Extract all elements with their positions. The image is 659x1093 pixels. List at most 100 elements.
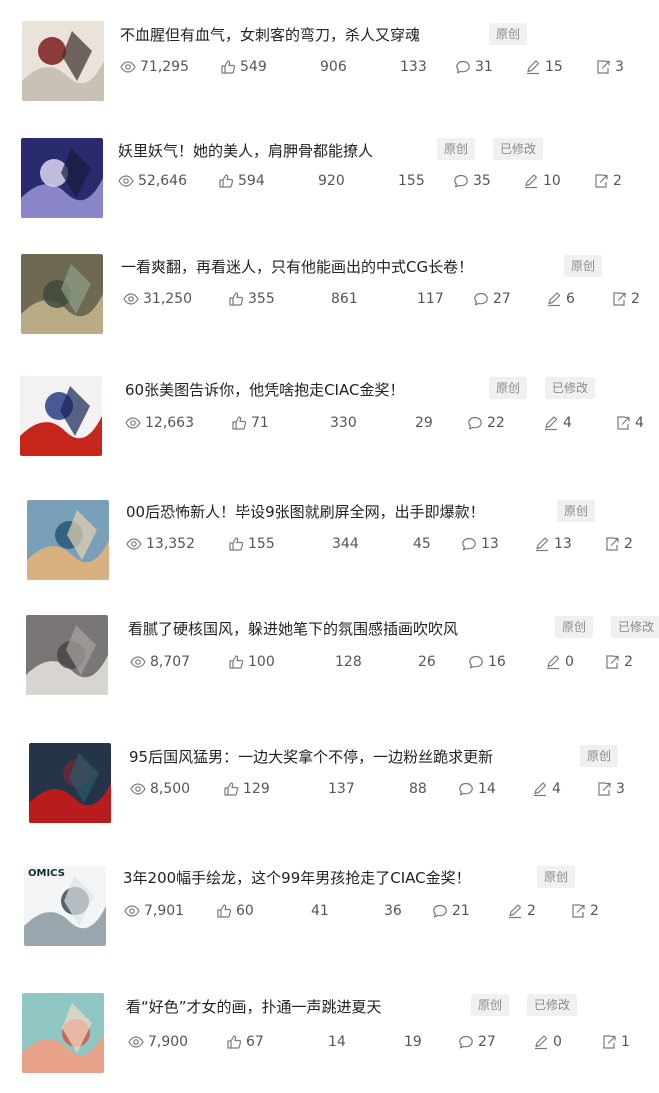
stat-col3: 906 — [320, 57, 347, 77]
article-row[interactable]: 一看爽翻，再看迷人，只有他能画出的中式CG长卷！ 原创 31,250 355 861 11… — [0, 248, 659, 348]
stat-edits[interactable]: 4 — [543, 413, 572, 433]
stat-edits[interactable]: 2 — [507, 901, 536, 921]
article-title[interactable]: 3年200幅手绘龙，这个99年男孩抢走了CIAC金奖！ — [123, 868, 471, 888]
stat-comments[interactable]: 27 — [473, 289, 511, 309]
like-count: 549 — [240, 59, 267, 75]
stat-col4: 155 — [398, 171, 425, 191]
share-icon — [604, 536, 624, 552]
stat-likes[interactable]: 71 — [231, 413, 269, 433]
article-thumbnail[interactable] — [26, 615, 108, 695]
article-thumbnail[interactable] — [21, 138, 103, 218]
article-thumbnail[interactable] — [20, 376, 102, 456]
like-count: 594 — [238, 173, 265, 189]
stat-shares[interactable]: 2 — [604, 652, 633, 672]
stat-col4: 26 — [418, 652, 436, 672]
stat-comments[interactable]: 21 — [432, 901, 470, 921]
article-title[interactable]: 妖里妖气！她的美人，肩胛骨都能撩人 — [118, 141, 373, 161]
stat-edits[interactable]: 6 — [546, 289, 575, 309]
article-row[interactable]: 不血腥但有血气，女刺客的弯刀，杀人又穿魂 原创 71,295 549 906 133 31 1… — [0, 12, 659, 112]
stat-likes[interactable]: 155 — [228, 534, 275, 554]
like-icon — [231, 415, 251, 431]
edit-count: 0 — [553, 1034, 562, 1050]
article-row[interactable]: 看“好色”才女的画，扑通一声跳进夏天 原创 已修改 7,900 67 14 19 27 0 1 — [0, 984, 659, 1084]
thumbnail-caption: OMICS — [28, 868, 65, 879]
edit-count: 10 — [543, 173, 561, 189]
article-thumbnail[interactable] — [22, 21, 104, 101]
comment-icon — [467, 415, 487, 431]
stat-likes[interactable]: 594 — [218, 171, 265, 191]
stat-comments[interactable]: 27 — [458, 1032, 496, 1052]
original-badge: 原创 — [489, 377, 528, 399]
stat-shares[interactable]: 2 — [611, 289, 640, 309]
article-stats: 13,352 155 344 45 13 13 2 — [126, 534, 646, 554]
article-title[interactable]: 不血腥但有血气，女刺客的弯刀，杀人又穿魂 — [120, 25, 420, 45]
article-title[interactable]: 95后国风猛男：一边大奖拿个不停，一边粉丝跪求更新 — [129, 747, 493, 767]
modified-badge: 已修改 — [493, 138, 544, 160]
stat-shares[interactable]: 2 — [593, 171, 622, 191]
article-title[interactable]: 00后恐怖新人！毕设9张图就刷屏全网，出手即爆款！ — [126, 502, 485, 522]
stat-col4: 117 — [417, 289, 444, 309]
stat-comments[interactable]: 16 — [468, 652, 506, 672]
views-icon — [130, 781, 150, 797]
follow-count: 36 — [384, 903, 402, 919]
stat-col3: 137 — [328, 779, 355, 799]
comment-icon — [458, 781, 478, 797]
follow-count: 133 — [400, 59, 427, 75]
article-thumbnail[interactable] — [27, 500, 109, 580]
stat-edits[interactable]: 13 — [534, 534, 572, 554]
article-thumbnail[interactable]: OMICS — [24, 866, 106, 946]
stat-likes[interactable]: 129 — [223, 779, 270, 799]
stat-likes[interactable]: 100 — [228, 652, 275, 672]
stat-likes[interactable]: 67 — [226, 1032, 264, 1052]
article-row[interactable]: 妖里妖气！她的美人，肩胛骨都能撩人 原创 已修改 52,646 594 920 155 35 1… — [0, 130, 659, 230]
follow-count: 88 — [409, 781, 427, 797]
share-icon — [570, 903, 590, 919]
read-count: 344 — [332, 536, 359, 552]
article-stats: 8,707 100 128 26 16 0 2 — [130, 652, 650, 672]
stat-edits[interactable]: 0 — [545, 652, 574, 672]
article-row[interactable]: 60张美图告诉你，他凭啥抱走CIAC金奖！ 原创 已修改 12,663 71 330 29 2… — [0, 368, 659, 468]
article-stats: 52,646 594 920 155 35 10 2 — [118, 171, 638, 191]
edit-icon — [525, 59, 545, 75]
read-count: 861 — [331, 291, 358, 307]
article-stats: 7,901 60 41 36 21 2 2 — [124, 901, 644, 921]
stat-shares[interactable]: 3 — [596, 779, 625, 799]
like-icon — [228, 536, 248, 552]
stat-edits[interactable]: 10 — [523, 171, 561, 191]
article-thumbnail[interactable] — [21, 254, 103, 334]
stat-shares[interactable]: 3 — [595, 57, 624, 77]
stat-likes[interactable]: 60 — [216, 901, 254, 921]
article-title[interactable]: 看腻了硬核国风，躲进她笔下的氛围感插画吹吹风 — [128, 619, 458, 639]
article-title[interactable]: 看“好色”才女的画，扑通一声跳进夏天 — [126, 997, 382, 1017]
stat-shares[interactable]: 2 — [604, 534, 633, 554]
stat-edits[interactable]: 0 — [533, 1032, 562, 1052]
article-row[interactable]: 看腻了硬核国风，躲进她笔下的氛围感插画吹吹风 原创 已修改 8,707 100 128 26… — [0, 607, 659, 707]
share-count: 2 — [613, 173, 622, 189]
stat-shares[interactable]: 4 — [615, 413, 644, 433]
view-count: 7,901 — [144, 903, 185, 919]
stat-shares[interactable]: 1 — [601, 1032, 630, 1052]
stat-likes[interactable]: 355 — [228, 289, 275, 309]
stat-likes[interactable]: 549 — [220, 57, 267, 77]
comment-count: 27 — [493, 291, 511, 307]
stat-col3: 920 — [318, 171, 345, 191]
article-row[interactable]: 95后国风猛男：一边大奖拿个不停，一边粉丝跪求更新 原创 8,500 129 137 88… — [0, 734, 659, 834]
stat-comments[interactable]: 35 — [453, 171, 491, 191]
stat-comments[interactable]: 22 — [467, 413, 505, 433]
article-row[interactable]: 00后恐怖新人！毕设9张图就刷屏全网，出手即爆款！ 原创 13,352 155 344 4… — [0, 490, 659, 590]
stat-comments[interactable]: 31 — [455, 57, 493, 77]
stat-edits[interactable]: 4 — [532, 779, 561, 799]
article-thumbnail[interactable] — [22, 993, 104, 1073]
comment-icon — [455, 59, 475, 75]
stat-shares[interactable]: 2 — [570, 901, 599, 921]
like-icon — [226, 1034, 246, 1050]
stat-comments[interactable]: 14 — [458, 779, 496, 799]
article-row[interactable]: OMICS 3年200幅手绘龙，这个99年男孩抢走了CIAC金奖！ 原创 7,901 6… — [0, 856, 659, 956]
article-thumbnail[interactable] — [29, 743, 111, 823]
share-icon — [593, 173, 613, 189]
article-title[interactable]: 60张美图告诉你，他凭啥抱走CIAC金奖！ — [125, 380, 404, 400]
stat-edits[interactable]: 15 — [525, 57, 563, 77]
article-title[interactable]: 一看爽翻，再看迷人，只有他能画出的中式CG长卷！ — [121, 257, 473, 277]
stat-comments[interactable]: 13 — [461, 534, 499, 554]
share-count: 2 — [624, 536, 633, 552]
